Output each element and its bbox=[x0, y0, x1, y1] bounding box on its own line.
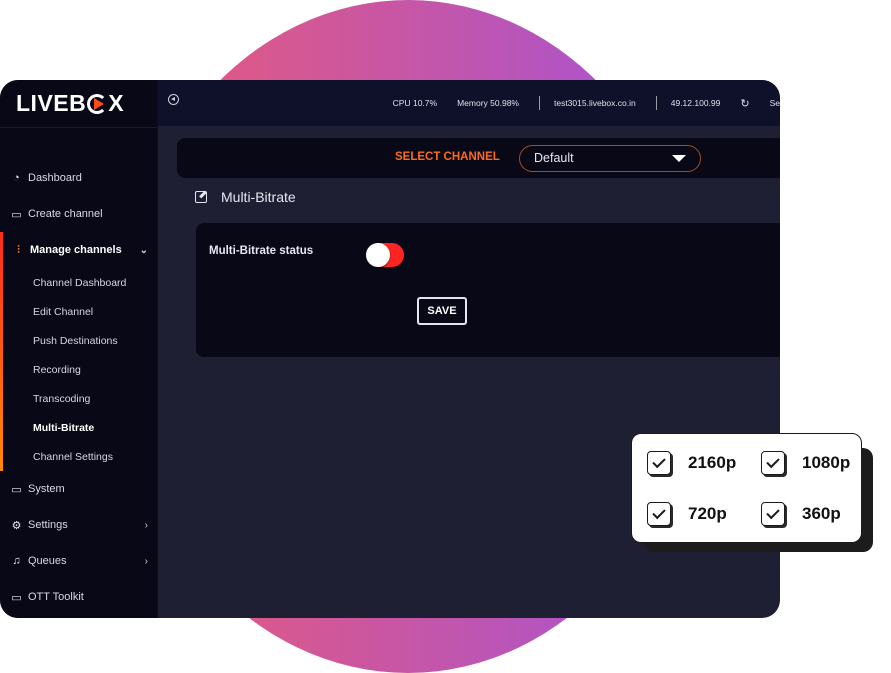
checkbox-checked-icon[interactable] bbox=[647, 502, 671, 526]
resolution-label: 1080p bbox=[802, 453, 851, 472]
select-channel-label: SELECT CHANNEL bbox=[395, 151, 500, 163]
chevron-right-icon: › bbox=[144, 519, 148, 531]
sliders-icon: ⫶ bbox=[17, 243, 20, 256]
gear-icon: ⚙ bbox=[11, 519, 22, 532]
chevron-down-icon: ⌄ bbox=[139, 244, 148, 256]
channel-select-dropdown[interactable]: Default bbox=[519, 145, 701, 172]
sidebar-subitem-multi-bitrate[interactable]: Multi-Bitrate bbox=[3, 413, 158, 442]
channel-select-value: Default bbox=[534, 151, 574, 165]
sidebar-nav: ◔ Dashboard ▭ Create channel ⫶ Manage ch… bbox=[0, 160, 158, 615]
sidebar-item-label: Manage channels bbox=[30, 244, 122, 256]
sidebar-item-label: Dashboard bbox=[28, 172, 82, 184]
sidebar-item-settings[interactable]: ⚙ Settings › bbox=[0, 507, 158, 543]
resolution-label: 720p bbox=[688, 504, 727, 523]
cpu-usage: CPU 10.7% bbox=[392, 98, 438, 108]
refresh-label[interactable]: Se bbox=[770, 98, 780, 108]
sidebar-item-label: Create channel bbox=[28, 208, 103, 220]
sidebar-subitem-push-destinations[interactable]: Push Destinations bbox=[3, 326, 158, 355]
multi-bitrate-status-toggle[interactable] bbox=[366, 243, 404, 267]
checkbox-checked-icon[interactable] bbox=[647, 451, 671, 475]
chevron-right-icon: › bbox=[144, 555, 148, 567]
logo-text: LIVEB X bbox=[16, 90, 124, 117]
refresh-icon[interactable]: ↻ bbox=[740, 97, 749, 110]
logo-text-main: LIVEB bbox=[16, 90, 87, 116]
sidebar-subitem-recording[interactable]: Recording bbox=[3, 355, 158, 384]
sidebar-item-create-channel[interactable]: ▭ Create channel bbox=[0, 196, 158, 232]
music-note-icon: ♫ bbox=[12, 555, 21, 567]
sidebar-item-ott-toolkit[interactable]: ▭ OTT Toolkit bbox=[0, 579, 158, 615]
sidebar-item-manage-channels[interactable]: ⫶ Manage channels ⌄ bbox=[3, 232, 158, 268]
sidebar-item-label: Settings bbox=[28, 519, 68, 531]
sidebar-subitem-channel-settings[interactable]: Channel Settings bbox=[3, 442, 158, 471]
resolution-popup: 2160p 1080p 720p 360p bbox=[631, 433, 862, 543]
caret-down-icon bbox=[672, 155, 686, 162]
sidebar-item-queues[interactable]: ♫ Queues › bbox=[0, 543, 158, 579]
save-button[interactable]: SAVE bbox=[417, 297, 467, 325]
collapse-sidebar-icon[interactable] bbox=[168, 94, 179, 105]
logo-text-tail: X bbox=[108, 90, 125, 116]
sidebar-subitem-edit-channel[interactable]: Edit Channel bbox=[3, 297, 158, 326]
multi-bitrate-card: Multi-Bitrate status SAVE bbox=[196, 223, 780, 357]
edit-icon bbox=[195, 191, 207, 203]
logo[interactable]: LIVEB X bbox=[0, 80, 157, 128]
sidebar: LIVEB X ◔ Dashboard ▭ Create channel ⫶ M… bbox=[0, 80, 158, 618]
top-bar: CPU 10.7% Memory 50.98% test3015.livebox… bbox=[158, 80, 780, 126]
sidebar-item-dashboard[interactable]: ◔ Dashboard bbox=[0, 160, 158, 196]
checkbox-checked-icon[interactable] bbox=[761, 451, 785, 475]
resolution-option-2160p[interactable]: 2160p bbox=[647, 451, 736, 475]
monitor-icon: ▭ bbox=[11, 591, 22, 604]
resolution-label: 360p bbox=[802, 504, 841, 523]
resolution-option-1080p[interactable]: 1080p bbox=[761, 451, 850, 475]
sidebar-item-system[interactable]: ▭ System bbox=[0, 471, 158, 507]
memory-usage: Memory 50.98% bbox=[457, 98, 519, 108]
divider bbox=[655, 96, 657, 110]
sidebar-item-label: System bbox=[28, 483, 65, 495]
resolution-label: 2160p bbox=[688, 453, 737, 472]
monitor-icon: ▭ bbox=[11, 483, 22, 496]
page-title-text: Multi-Bitrate bbox=[221, 189, 296, 205]
sidebar-item-label: OTT Toolkit bbox=[28, 591, 84, 603]
system-stats: CPU 10.7% Memory 50.98% test3015.livebox… bbox=[393, 80, 780, 126]
host-name: test3015.livebox.co.in bbox=[553, 98, 636, 108]
channel-select-bar: SELECT CHANNEL Default bbox=[177, 138, 780, 178]
sidebar-subitem-transcoding[interactable]: Transcoding bbox=[3, 384, 158, 413]
stage: LIVEB X ◔ Dashboard ▭ Create channel ⫶ M… bbox=[0, 0, 891, 673]
manage-channels-group: ⫶ Manage channels ⌄ Channel Dashboard Ed… bbox=[0, 232, 158, 471]
sidebar-subitem-channel-dashboard[interactable]: Channel Dashboard bbox=[3, 268, 158, 297]
sidebar-item-label: Queues bbox=[28, 555, 67, 567]
dashboard-gauge-icon: ◔ bbox=[13, 172, 20, 184]
logo-play-icon bbox=[87, 93, 108, 114]
checkbox-checked-icon[interactable] bbox=[761, 502, 785, 526]
divider bbox=[538, 96, 540, 110]
monitor-icon: ▭ bbox=[11, 208, 22, 221]
ip-address: 49.12.100.99 bbox=[670, 98, 721, 108]
resolution-option-720p[interactable]: 720p bbox=[647, 502, 727, 526]
toggle-knob bbox=[366, 243, 390, 267]
page-title: Multi-Bitrate bbox=[195, 189, 296, 205]
resolution-option-360p[interactable]: 360p bbox=[761, 502, 841, 526]
multi-bitrate-status-label: Multi-Bitrate status bbox=[209, 245, 314, 257]
